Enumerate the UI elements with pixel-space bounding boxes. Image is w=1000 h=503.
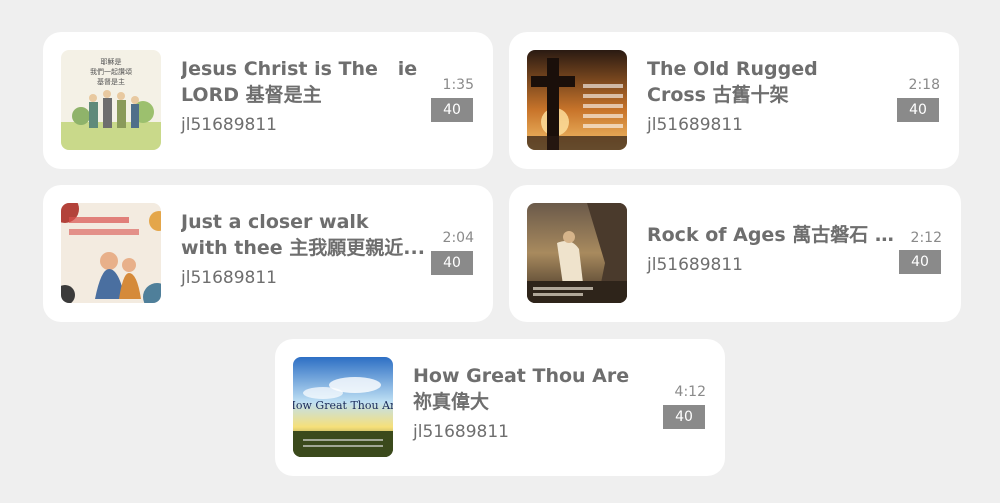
song-title-line-1: Rock of Ages 萬古磐石 石: [647, 224, 897, 246]
song-title-line-1: How Great Thou Are: [413, 365, 630, 387]
song-title-line-1: Jesus Christ is The ie: [181, 58, 418, 80]
song-duration: 2:12: [910, 230, 942, 246]
svg-text:我們一起讚頌: 我們一起讚頌: [90, 67, 132, 76]
song-title-line-2: Cross 古舊十架: [647, 84, 789, 106]
svg-text:耶穌是: 耶穌是: [101, 57, 122, 66]
play-count-badge: 40: [431, 98, 473, 122]
song-author: jl51689811: [647, 115, 743, 135]
song-title-line-2: with thee 主我願更親近...: [181, 237, 425, 259]
song-title[interactable]: The Old Rugged Cross 古舊十架: [647, 56, 897, 108]
song-card[interactable]: 耶穌是 我們一起讚頌 基督是主 Jesus Christ is The ie L…: [43, 32, 493, 169]
play-count-badge: 40: [899, 250, 941, 274]
song-cover-image: [527, 203, 627, 303]
song-title[interactable]: Rock of Ages 萬古磐石 石: [647, 222, 897, 248]
song-card[interactable]: Just a closer walk with thee 主我願更親近... j…: [43, 185, 493, 322]
play-count-badge: 40: [663, 405, 705, 429]
play-count-badge: 40: [431, 251, 473, 275]
song-title-line-1: The Old Rugged: [647, 58, 818, 80]
song-author: jl51689811: [647, 255, 743, 275]
song-title-line-2: 祢真偉大: [413, 391, 490, 413]
song-author: jl51689811: [181, 268, 277, 288]
song-duration: 2:18: [908, 77, 940, 93]
svg-text:基督是主: 基督是主: [97, 77, 125, 86]
play-count-badge: 40: [897, 98, 939, 122]
song-title[interactable]: Just a closer walk with thee 主我願更親近...: [181, 209, 431, 261]
song-cover-image: [527, 50, 627, 150]
song-cover-image: 耶穌是 我們一起讚頌 基督是主: [61, 50, 161, 150]
song-author: jl51689811: [181, 115, 277, 135]
song-title-line-1: Just a closer walk: [181, 211, 369, 233]
svg-text:How Great Thou Art: How Great Thou Art: [293, 399, 393, 412]
song-duration: 4:12: [674, 384, 706, 400]
song-card[interactable]: How Great Thou Art How Great Thou Are 祢真…: [275, 339, 725, 476]
song-cover-image: How Great Thou Art: [293, 357, 393, 457]
song-card[interactable]: Rock of Ages 萬古磐石 石 jl51689811 2:12 40: [509, 185, 961, 322]
song-duration: 2:04: [442, 230, 474, 246]
song-cover-image: [61, 203, 161, 303]
song-title-line-2: LORD 基督是主: [181, 84, 322, 106]
song-title[interactable]: Jesus Christ is The ie LORD 基督是主: [181, 56, 431, 108]
song-title[interactable]: How Great Thou Are 祢真偉大: [413, 363, 663, 415]
song-card[interactable]: The Old Rugged Cross 古舊十架 jl51689811 2:1…: [509, 32, 959, 169]
song-card-grid: 耶穌是 我們一起讚頌 基督是主 Jesus Christ is The ie L…: [0, 0, 1000, 503]
song-duration: 1:35: [442, 77, 474, 93]
song-author: jl51689811: [413, 422, 509, 442]
